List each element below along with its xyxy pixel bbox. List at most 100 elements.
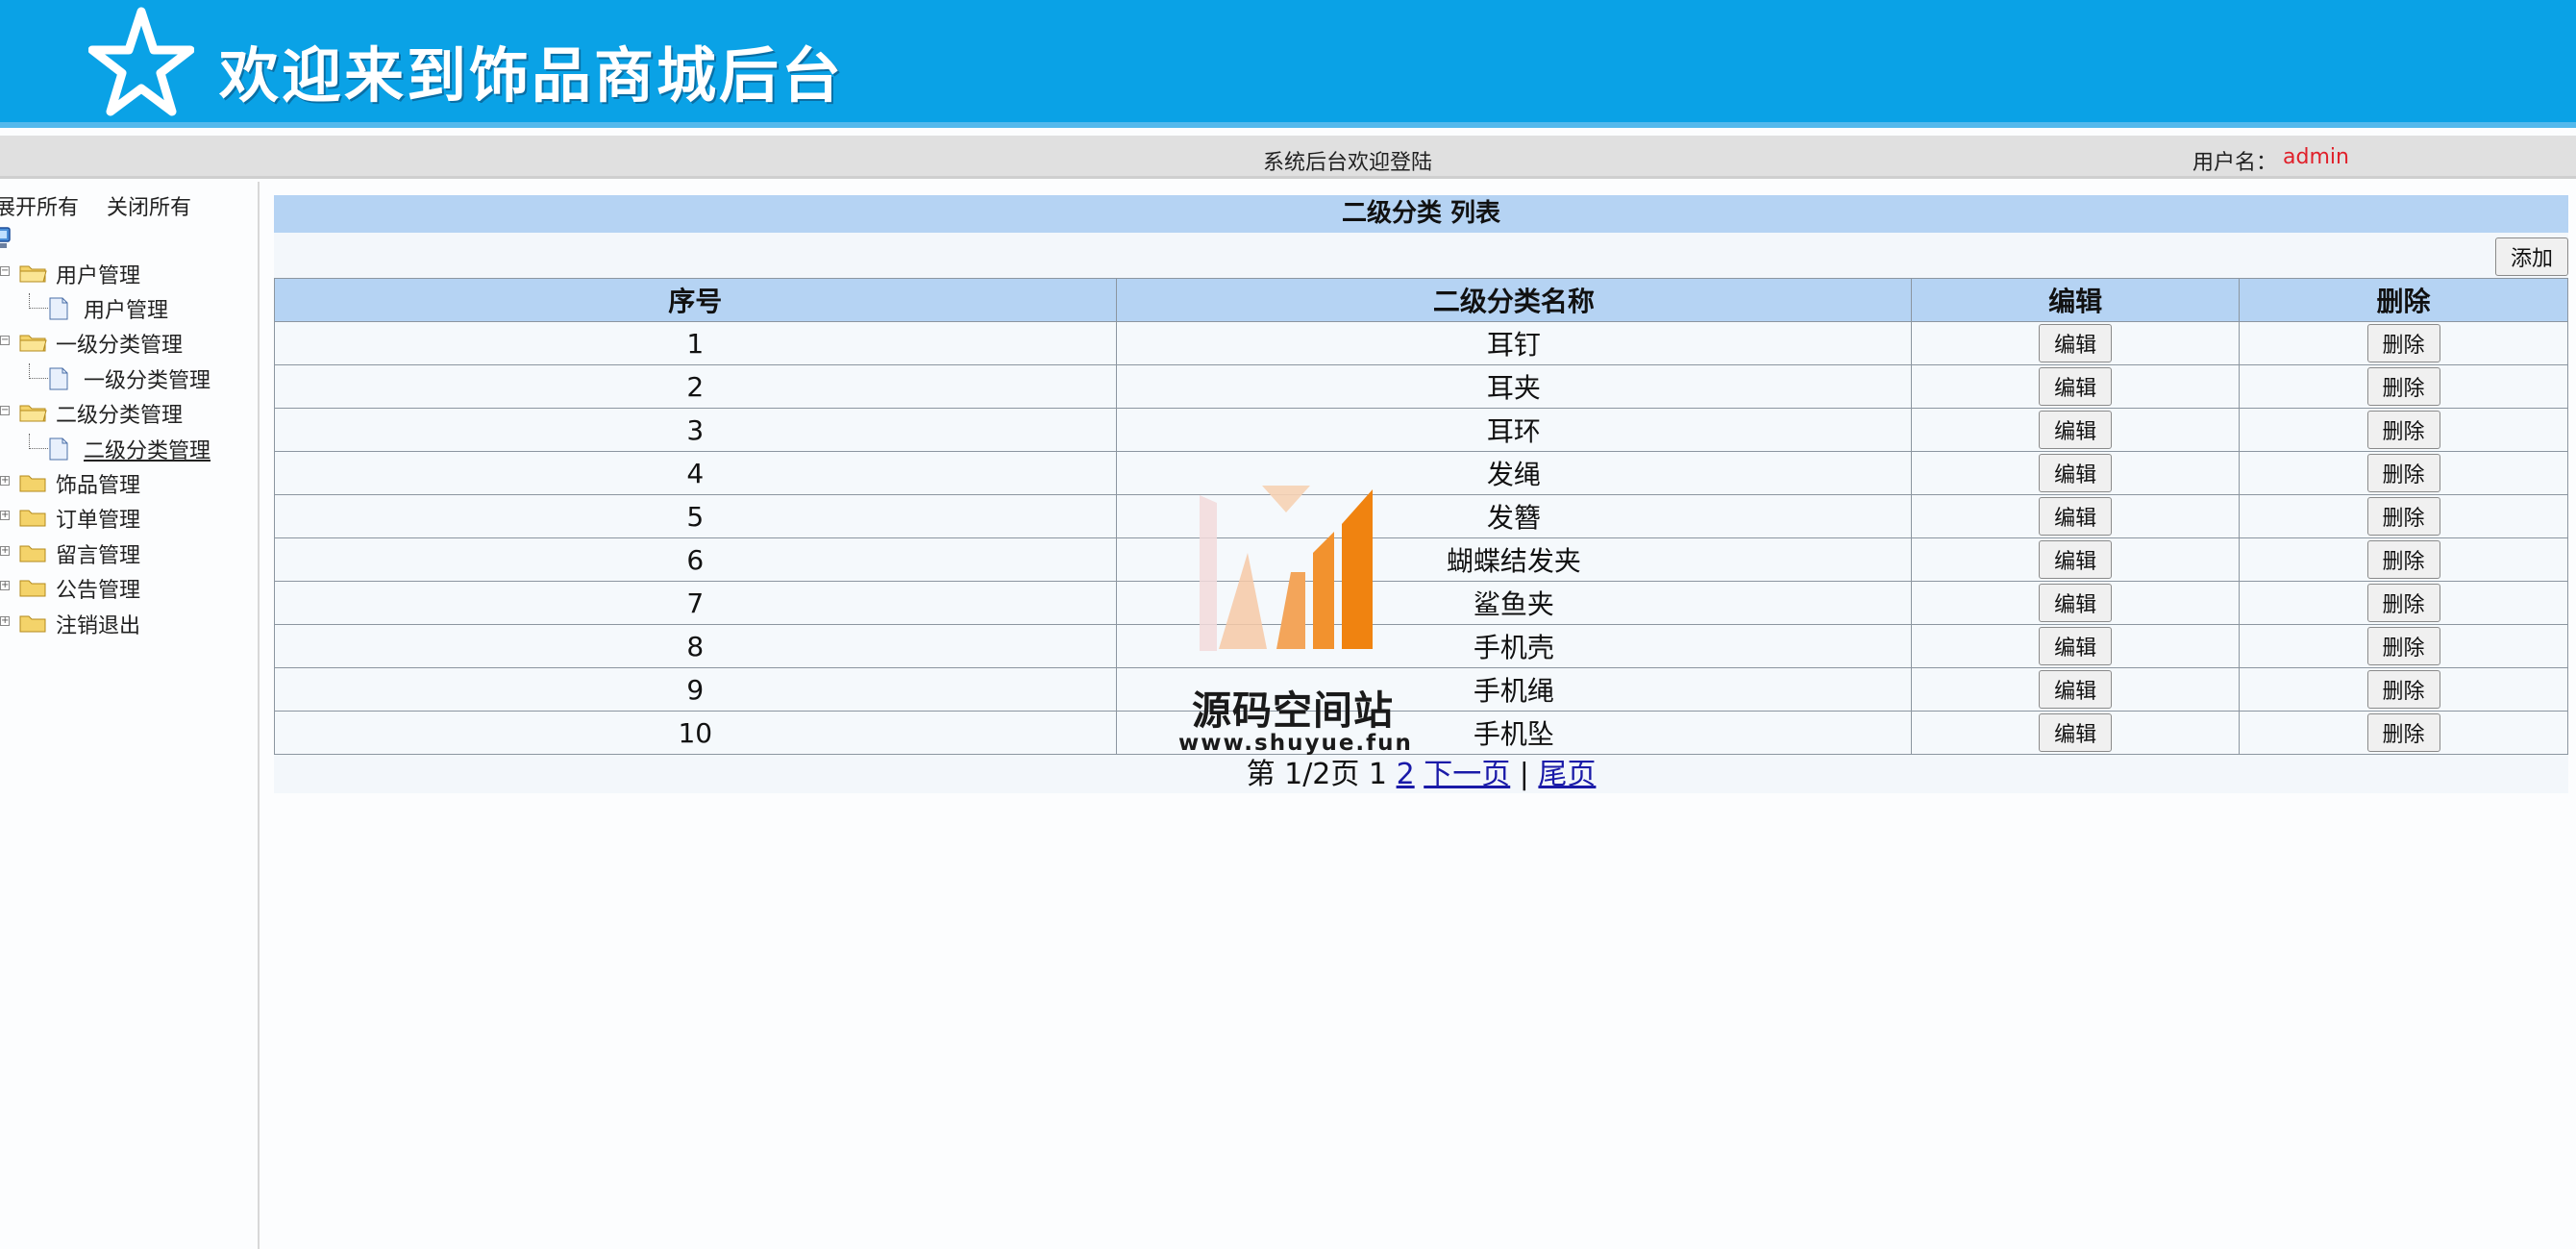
- delete-button[interactable]: 删除: [2366, 713, 2440, 752]
- table-row: 1 耳钉 编辑 删除: [274, 321, 2568, 365]
- tree-node-category-2[interactable]: − 二级分类管理: [0, 398, 254, 429]
- edit-button[interactable]: 编辑: [2039, 367, 2113, 406]
- tree-branch-line: [29, 293, 48, 309]
- table-row: 7 鲨鱼夹 编辑 删除: [274, 581, 2568, 625]
- page-icon: [49, 367, 68, 390]
- column-header-no: 序号: [274, 278, 1117, 322]
- cell-edit: 编辑: [1911, 494, 2241, 538]
- folder-closed-icon: [19, 545, 46, 562]
- cell-edit: 编辑: [1911, 667, 2241, 712]
- tree-node-announcements[interactable]: + 公告管理: [0, 573, 254, 604]
- tree-node-label[interactable]: 留言管理: [56, 538, 140, 569]
- tree-node-label[interactable]: 注销退出: [56, 609, 140, 639]
- tree-toggle[interactable]: +: [0, 616, 10, 626]
- cell-name: 手机坠: [1115, 711, 1913, 755]
- edit-button[interactable]: 编辑: [2039, 713, 2113, 752]
- edit-button[interactable]: 编辑: [2039, 584, 2113, 622]
- delete-button[interactable]: 删除: [2366, 584, 2440, 622]
- tree-node-category-1[interactable]: − 一级分类管理: [0, 328, 254, 359]
- last-page-link[interactable]: 尾页: [1538, 758, 1596, 791]
- site-title: 欢迎来到饰品商城后台: [219, 40, 845, 111]
- tree-toggle[interactable]: +: [0, 476, 10, 486]
- cell-no: 8: [274, 624, 1117, 668]
- cell-delete: 删除: [2239, 494, 2568, 538]
- column-header-edit: 编辑: [1911, 278, 2241, 322]
- tree-node-label[interactable]: 二级分类管理: [56, 398, 183, 429]
- sidebar-tree: 展开所有 关闭所有 − 用户管理 用户管理 − 一级分类管理 一级分类管理 − …: [0, 182, 260, 1249]
- delete-button[interactable]: 删除: [2366, 627, 2440, 665]
- tree-node-logout[interactable]: + 注销退出: [0, 609, 254, 639]
- tree-node-accessories[interactable]: + 饰品管理: [0, 468, 254, 499]
- cell-name: 耳夹: [1115, 364, 1913, 409]
- edit-button[interactable]: 编辑: [2039, 497, 2113, 536]
- delete-button[interactable]: 删除: [2366, 411, 2440, 449]
- cell-delete: 删除: [2239, 321, 2568, 365]
- delete-button[interactable]: 删除: [2366, 497, 2440, 536]
- cell-no: 3: [274, 408, 1117, 452]
- cell-no: 9: [274, 667, 1117, 712]
- folder-closed-icon: [19, 580, 46, 597]
- tree-leaf-category-1[interactable]: 一级分类管理: [0, 363, 250, 394]
- cell-edit: 编辑: [1911, 321, 2241, 365]
- delete-button[interactable]: 删除: [2366, 670, 2440, 709]
- expand-all-link[interactable]: 展开所有: [0, 196, 79, 220]
- username-label: 用户名：: [2192, 151, 2278, 175]
- cell-edit: 编辑: [1911, 624, 2241, 668]
- tree-toggle[interactable]: −: [0, 406, 10, 415]
- tree-leaf-user[interactable]: 用户管理: [0, 293, 250, 324]
- collapse-all-link[interactable]: 关闭所有: [107, 196, 191, 220]
- cell-edit: 编辑: [1911, 408, 2241, 452]
- cell-no: 7: [274, 581, 1117, 625]
- tree-toggle[interactable]: +: [0, 581, 10, 590]
- cell-no: 1: [274, 321, 1117, 365]
- tree-node-label[interactable]: 订单管理: [56, 503, 140, 534]
- delete-button[interactable]: 删除: [2366, 324, 2440, 362]
- tree-node-messages[interactable]: + 留言管理: [0, 538, 254, 569]
- tree-leaf-label[interactable]: 一级分类管理: [84, 363, 211, 394]
- tree-leaf-label-active[interactable]: 二级分类管理: [84, 434, 211, 464]
- folder-open-icon: [19, 265, 47, 283]
- column-header-name: 二级分类名称: [1115, 278, 1913, 322]
- cell-delete: 删除: [2239, 408, 2568, 452]
- edit-button[interactable]: 编辑: [2039, 454, 2113, 492]
- delete-button[interactable]: 删除: [2366, 367, 2440, 406]
- edit-button[interactable]: 编辑: [2039, 670, 2113, 709]
- tree-toggle[interactable]: −: [0, 336, 10, 345]
- tree-node-label[interactable]: 公告管理: [56, 573, 140, 604]
- cell-edit: 编辑: [1911, 451, 2241, 495]
- next-page-link[interactable]: 下一页: [1424, 758, 1510, 791]
- tree-node-label[interactable]: 一级分类管理: [56, 328, 183, 359]
- tree-node-label[interactable]: 饰品管理: [56, 468, 140, 499]
- edit-button[interactable]: 编辑: [2039, 411, 2113, 449]
- edit-button[interactable]: 编辑: [2039, 627, 2113, 665]
- tree-node-label[interactable]: 用户管理: [56, 259, 140, 289]
- folder-closed-icon: [19, 475, 46, 492]
- cell-name: 耳环: [1115, 408, 1913, 452]
- tree-node-user[interactable]: − 用户管理: [0, 259, 254, 289]
- cell-edit: 编辑: [1911, 537, 2241, 582]
- cell-edit: 编辑: [1911, 711, 2241, 755]
- cell-no: 10: [274, 711, 1117, 755]
- table-row: 2 耳夹 编辑 删除: [274, 364, 2568, 409]
- delete-button[interactable]: 删除: [2366, 540, 2440, 579]
- folder-open-icon: [19, 405, 47, 422]
- tree-leaf-category-2[interactable]: 二级分类管理: [0, 434, 250, 464]
- root-computer-icon: [0, 227, 11, 248]
- add-button[interactable]: 添加: [2495, 237, 2568, 276]
- header-banner: 欢迎来到饰品商城后台: [0, 0, 2576, 128]
- page-2-link[interactable]: 2: [1397, 758, 1415, 791]
- cell-no: 4: [274, 451, 1117, 495]
- tree-leaf-label[interactable]: 用户管理: [84, 293, 168, 324]
- cell-name: 手机壳: [1115, 624, 1913, 668]
- tree-node-orders[interactable]: + 订单管理: [0, 503, 254, 534]
- table-body: 1 耳钉 编辑 删除 2 耳夹 编辑 删除 3 耳环 编辑 删除 4 发绳 编辑 删除 5 发簪 编辑 删除 6 蝴蝶结发…: [274, 321, 2568, 755]
- cell-delete: 删除: [2239, 581, 2568, 625]
- table-row: 8 手机壳 编辑 删除: [274, 624, 2568, 668]
- edit-button[interactable]: 编辑: [2039, 540, 2113, 579]
- cell-delete: 删除: [2239, 451, 2568, 495]
- tree-toggle[interactable]: −: [0, 266, 10, 276]
- tree-toggle[interactable]: +: [0, 546, 10, 556]
- edit-button[interactable]: 编辑: [2039, 324, 2113, 362]
- delete-button[interactable]: 删除: [2366, 454, 2440, 492]
- tree-toggle[interactable]: +: [0, 511, 10, 520]
